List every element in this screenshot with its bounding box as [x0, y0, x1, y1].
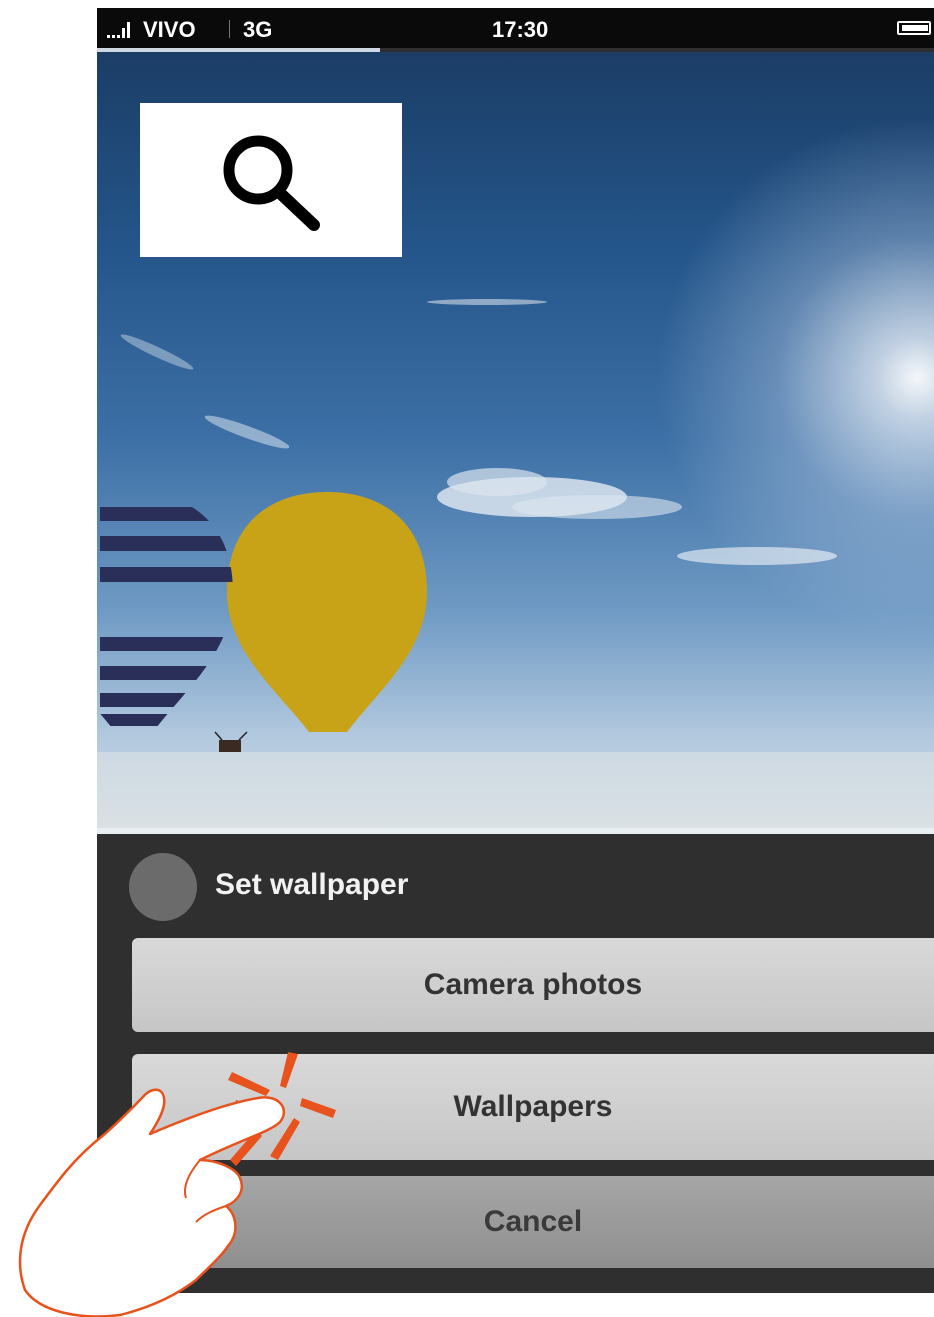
battery-icon: [897, 21, 931, 35]
status-time: 17:30: [492, 17, 549, 42]
cloud-shapes: [120, 299, 837, 565]
carrier-name: VIVO: [143, 17, 196, 42]
search-button[interactable]: [140, 103, 402, 257]
network-type: 3G: [243, 17, 273, 42]
hot-air-balloon-icon: [100, 492, 427, 752]
tap-hand-icon: [18, 1052, 336, 1317]
search-icon: [223, 135, 320, 231]
status-divider: [229, 20, 230, 38]
signal-strength-icon: [107, 18, 130, 38]
sheet-title: Set wallpaper: [215, 868, 409, 901]
sheet-avatar-icon: [129, 853, 197, 921]
status-bar: VIVO 3G 17:30: [97, 8, 934, 48]
camera-photos-button[interactable]: Camera photos: [132, 938, 934, 1032]
hand-outline: [18, 1088, 286, 1317]
